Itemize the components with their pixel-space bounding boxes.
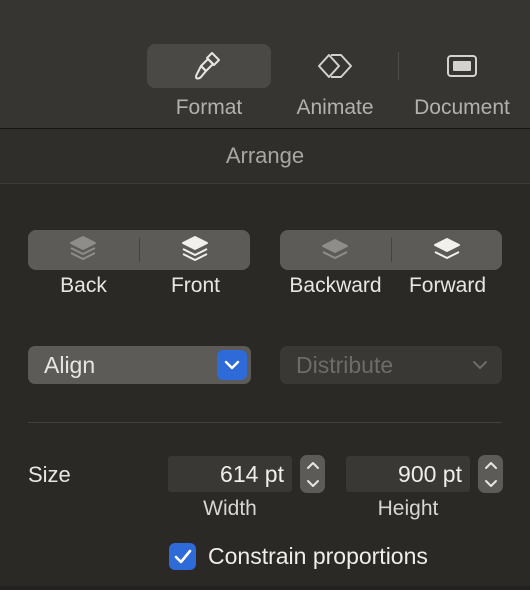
tab-format-highlight (147, 44, 271, 88)
send-backward-button[interactable] (280, 230, 391, 270)
layers-back-icon (70, 236, 97, 260)
distribute-chevron (468, 353, 492, 377)
section-separator (28, 422, 502, 423)
width-caption: Width (203, 497, 257, 520)
constrain-proportions-label[interactable]: Constrain proportions (208, 543, 428, 570)
height-stepper[interactable] (478, 455, 503, 493)
size-label: Size (28, 462, 71, 487)
bottom-edge (0, 586, 530, 590)
align-value: Align (44, 351, 96, 378)
chevron-up-icon[interactable] (306, 460, 320, 470)
forward-label: Forward (408, 274, 487, 297)
checkmark-icon (174, 549, 191, 563)
back-front-segmented (28, 230, 250, 270)
layers-front-icon (181, 236, 208, 261)
distribute-value: Distribute (296, 351, 394, 378)
tab-animate-wrap (273, 44, 397, 88)
width-stepper[interactable] (300, 455, 325, 493)
toolbar-separator (398, 52, 399, 80)
constrain-proportions-checkbox[interactable] (169, 543, 196, 570)
document-icon (447, 55, 477, 77)
chevron-down-icon[interactable] (484, 479, 498, 489)
tab-document-wrap (400, 44, 524, 88)
inspector-toolbar: Format Animate Document (0, 0, 530, 128)
section-divider (0, 183, 530, 184)
chevron-up-icon[interactable] (484, 460, 498, 470)
tab-format[interactable]: Format (147, 44, 271, 124)
height-caption: Height (377, 497, 439, 520)
section-title: Arrange (0, 129, 530, 183)
width-field[interactable]: 614 pt (168, 456, 292, 492)
align-popup[interactable]: Align (28, 346, 251, 384)
paintbrush-icon (195, 52, 220, 80)
layer-backward-icon (322, 239, 349, 259)
front-label: Front (170, 274, 220, 297)
distribute-popup: Distribute (280, 346, 502, 384)
align-dropdown-button[interactable] (217, 350, 247, 380)
chevron-down-icon[interactable] (306, 479, 320, 489)
bring-to-front-button[interactable] (140, 230, 251, 270)
bring-forward-button[interactable] (392, 230, 503, 270)
backward-forward-segmented (280, 230, 502, 270)
send-to-back-button[interactable] (28, 230, 139, 270)
tab-animate[interactable]: Animate (273, 44, 397, 124)
layer-forward-icon (433, 238, 460, 259)
tab-document[interactable]: Document (400, 44, 524, 124)
tab-animate-label: Animate (296, 96, 374, 119)
tab-format-label: Format (175, 96, 243, 119)
diamond-icon (318, 54, 352, 78)
chevron-down-icon (224, 360, 240, 370)
back-label: Back (60, 274, 107, 297)
chevron-down-icon (473, 361, 487, 369)
tab-document-label: Document (414, 96, 510, 119)
backward-label: Backward (289, 274, 382, 297)
height-field[interactable]: 900 pt (346, 456, 470, 492)
